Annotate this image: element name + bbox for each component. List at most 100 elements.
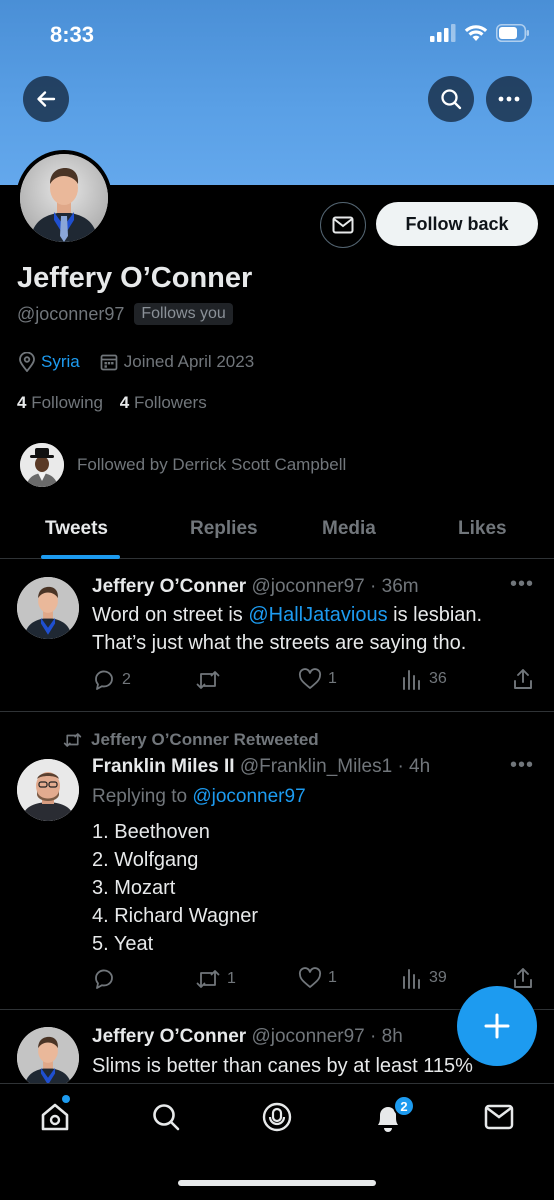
tweet-header: Jeffery O’Conner @joconner97 · 8h — [92, 1026, 403, 1048]
tweet-author-name[interactable]: Franklin Miles II — [92, 756, 235, 777]
heart-icon — [298, 967, 322, 988]
calendar-icon — [100, 354, 118, 371]
retweet-button[interactable]: 1 — [195, 967, 236, 991]
replying-to-handle[interactable]: @joconner97 — [192, 786, 305, 807]
followers-link[interactable]: 4 Followers — [120, 393, 207, 412]
tweet-author-avatar[interactable] — [17, 577, 79, 639]
share-button[interactable] — [512, 668, 534, 690]
like-button[interactable]: 1 — [298, 668, 337, 690]
views-button[interactable]: 36 — [401, 668, 447, 690]
retweet-context-text[interactable]: Jeffery O’Conner Retweeted — [91, 730, 319, 750]
like-count: 1 — [328, 969, 337, 986]
tweet-author-handle: @Franklin_Miles1 · 4h — [239, 756, 431, 777]
reply-icon — [95, 670, 113, 690]
views-chart-icon — [403, 670, 420, 690]
more-options-button[interactable] — [486, 76, 532, 122]
share-icon — [514, 669, 532, 689]
profile-meta: Syria Joined April 2023 — [18, 352, 254, 372]
notifications-badge: 2 — [393, 1095, 415, 1117]
tweet[interactable]: Jeffery O’Conner @joconner97 · 36m ••• W… — [0, 560, 554, 712]
follows-you-badge: Follows you — [134, 303, 233, 325]
search-icon — [441, 89, 462, 110]
profile-joined-date: Joined April 2023 — [123, 352, 255, 371]
profile-display-name: Jeffery O’Conner — [17, 262, 253, 294]
envelope-icon — [332, 216, 354, 234]
active-tab-indicator — [41, 555, 120, 559]
retweet-icon — [196, 671, 220, 689]
share-icon — [514, 968, 532, 988]
tweet-text: Word on street is @HallJatavious is lesb… — [92, 604, 483, 654]
reply-button[interactable] — [92, 967, 122, 991]
tweet-author-avatar[interactable] — [17, 1027, 79, 1089]
tweet-author-avatar[interactable] — [17, 759, 79, 821]
replying-to-label: Replying to — [92, 786, 188, 807]
tweet-more-icon[interactable]: ••• — [510, 573, 534, 596]
profile-photo — [20, 154, 108, 242]
tab-media[interactable]: Media — [322, 518, 376, 540]
tweet-actions: 1 1 39 — [92, 967, 538, 993]
status-bar: 8:33 — [0, 0, 554, 70]
nav-search[interactable] — [149, 1100, 183, 1134]
more-dots-icon — [498, 96, 520, 102]
profile-handle: @joconner97 — [17, 303, 125, 324]
retweet-count: 1 — [227, 970, 236, 987]
tweet-more-icon[interactable]: ••• — [510, 754, 534, 777]
tweet-line: 4. Richard Wagner — [92, 905, 258, 927]
tweet-author-name[interactable]: Jeffery O’Conner — [92, 1026, 246, 1047]
followers-count: 4 — [119, 393, 130, 412]
home-icon — [41, 1103, 69, 1131]
tweet-author-name[interactable]: Jeffery O’Conner — [92, 576, 246, 597]
compose-tweet-button[interactable] — [457, 986, 537, 1066]
followed-by-row[interactable]: Followed by Derrick Scott Campbell — [20, 443, 346, 487]
replying-to: Replying to @joconner97 — [92, 786, 306, 808]
views-count: 39 — [429, 969, 447, 986]
nav-messages[interactable] — [482, 1100, 516, 1134]
back-button[interactable] — [23, 76, 69, 122]
views-chart-icon — [403, 969, 420, 989]
home-indicator — [178, 1180, 376, 1186]
retweet-context: Jeffery O’Conner Retweeted — [62, 730, 319, 750]
tweet-author-handle: @joconner97 · 8h — [251, 1026, 403, 1047]
wifi-icon — [464, 25, 488, 41]
reply-icon — [95, 969, 113, 989]
tweet-header: Franklin Miles II @Franklin_Miles1 · 4h — [92, 756, 430, 778]
battery-icon — [496, 24, 529, 42]
spaces-microphone-icon — [262, 1102, 292, 1132]
tweet-mention-link[interactable]: @HallJatavious — [248, 604, 387, 626]
search-icon — [153, 1104, 180, 1131]
profile-avatar[interactable] — [16, 150, 112, 246]
search-button[interactable] — [428, 76, 474, 122]
tab-likes[interactable]: Likes — [458, 518, 507, 540]
envelope-icon — [484, 1104, 514, 1130]
message-button[interactable] — [320, 202, 366, 248]
follow-back-button[interactable]: Follow back — [376, 202, 538, 246]
status-icons — [430, 24, 530, 42]
tweet-line: 5. Yeat — [92, 933, 154, 955]
tweet-text: 1. Beethoven 2. Wolfgang 3. Mozart 4. Ri… — [92, 818, 258, 958]
profile-location[interactable]: Syria — [41, 352, 80, 372]
follow-counts: 4 Following 4 Followers — [17, 393, 207, 413]
views-button[interactable]: 39 — [401, 967, 447, 989]
reply-button[interactable]: 2 — [92, 668, 131, 692]
cellular-signal-icon — [430, 24, 456, 42]
tweet-author-handle: @joconner97 · 36m — [251, 576, 419, 597]
share-button[interactable] — [512, 967, 534, 989]
retweet-button[interactable] — [195, 668, 227, 692]
following-count: 4 — [17, 393, 27, 412]
like-button[interactable]: 1 — [298, 967, 337, 989]
views-count: 36 — [429, 670, 447, 687]
tweet-text: Slims is better than canes by at least 1… — [92, 1055, 473, 1077]
nav-spaces[interactable] — [260, 1100, 294, 1134]
reply-count: 2 — [122, 671, 131, 688]
like-count: 1 — [328, 670, 337, 687]
plus-icon — [484, 1013, 510, 1039]
retweet-icon — [196, 970, 220, 988]
tab-tweets[interactable]: Tweets — [45, 518, 108, 540]
heart-icon — [298, 668, 322, 689]
tweet-header: Jeffery O’Conner @joconner97 · 36m — [92, 576, 419, 598]
tab-replies[interactable]: Replies — [190, 518, 258, 540]
following-label: Following — [31, 393, 104, 412]
following-link[interactable]: 4 Following — [17, 393, 103, 412]
nav-home[interactable] — [38, 1100, 72, 1134]
profile-tabs: Tweets Replies Media Likes — [0, 505, 554, 559]
